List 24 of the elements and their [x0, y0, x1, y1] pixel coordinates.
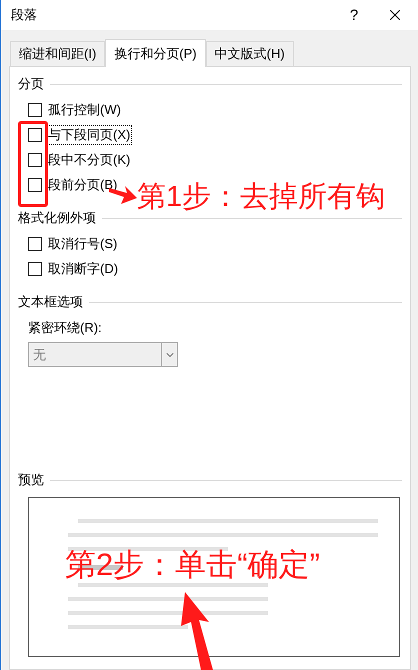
checkbox-label: 段前分页(B)	[47, 176, 118, 194]
section-title: 文本框选项	[18, 293, 83, 311]
checkbox-label: 与下段同页(X)	[47, 126, 132, 144]
checkbox[interactable]	[28, 236, 42, 250]
help-button[interactable]: ?	[336, 0, 372, 30]
checkbox[interactable]	[28, 128, 42, 142]
checkbox-label: 取消断字(D)	[47, 260, 120, 278]
window-title: 段落	[11, 6, 38, 24]
checkbox[interactable]	[28, 102, 42, 116]
step-annotation: 第1步：去掉所有钩	[137, 180, 386, 215]
checkbox-label: 孤行控制(W)	[47, 100, 122, 118]
checkbox[interactable]	[28, 152, 42, 166]
checkbox-label: 取消行号(S)	[47, 234, 118, 252]
checkbox[interactable]	[28, 178, 42, 192]
field-label: 紧密环绕(R):	[27, 319, 103, 337]
section-title: 格式化例外项	[18, 209, 96, 227]
checkbox-label: 段中不分页(K)	[47, 150, 132, 168]
tab[interactable]: 中文版式(H)	[206, 41, 294, 66]
section-title: 预览	[18, 471, 44, 489]
checkbox[interactable]	[28, 262, 42, 276]
tab[interactable]: 缩进和间距(I)	[10, 41, 106, 66]
step-annotation: 第2步：单击“确定”	[65, 546, 320, 584]
section-title: 分页	[18, 75, 44, 93]
tab[interactable]: 换行和分页(P)	[105, 39, 206, 67]
